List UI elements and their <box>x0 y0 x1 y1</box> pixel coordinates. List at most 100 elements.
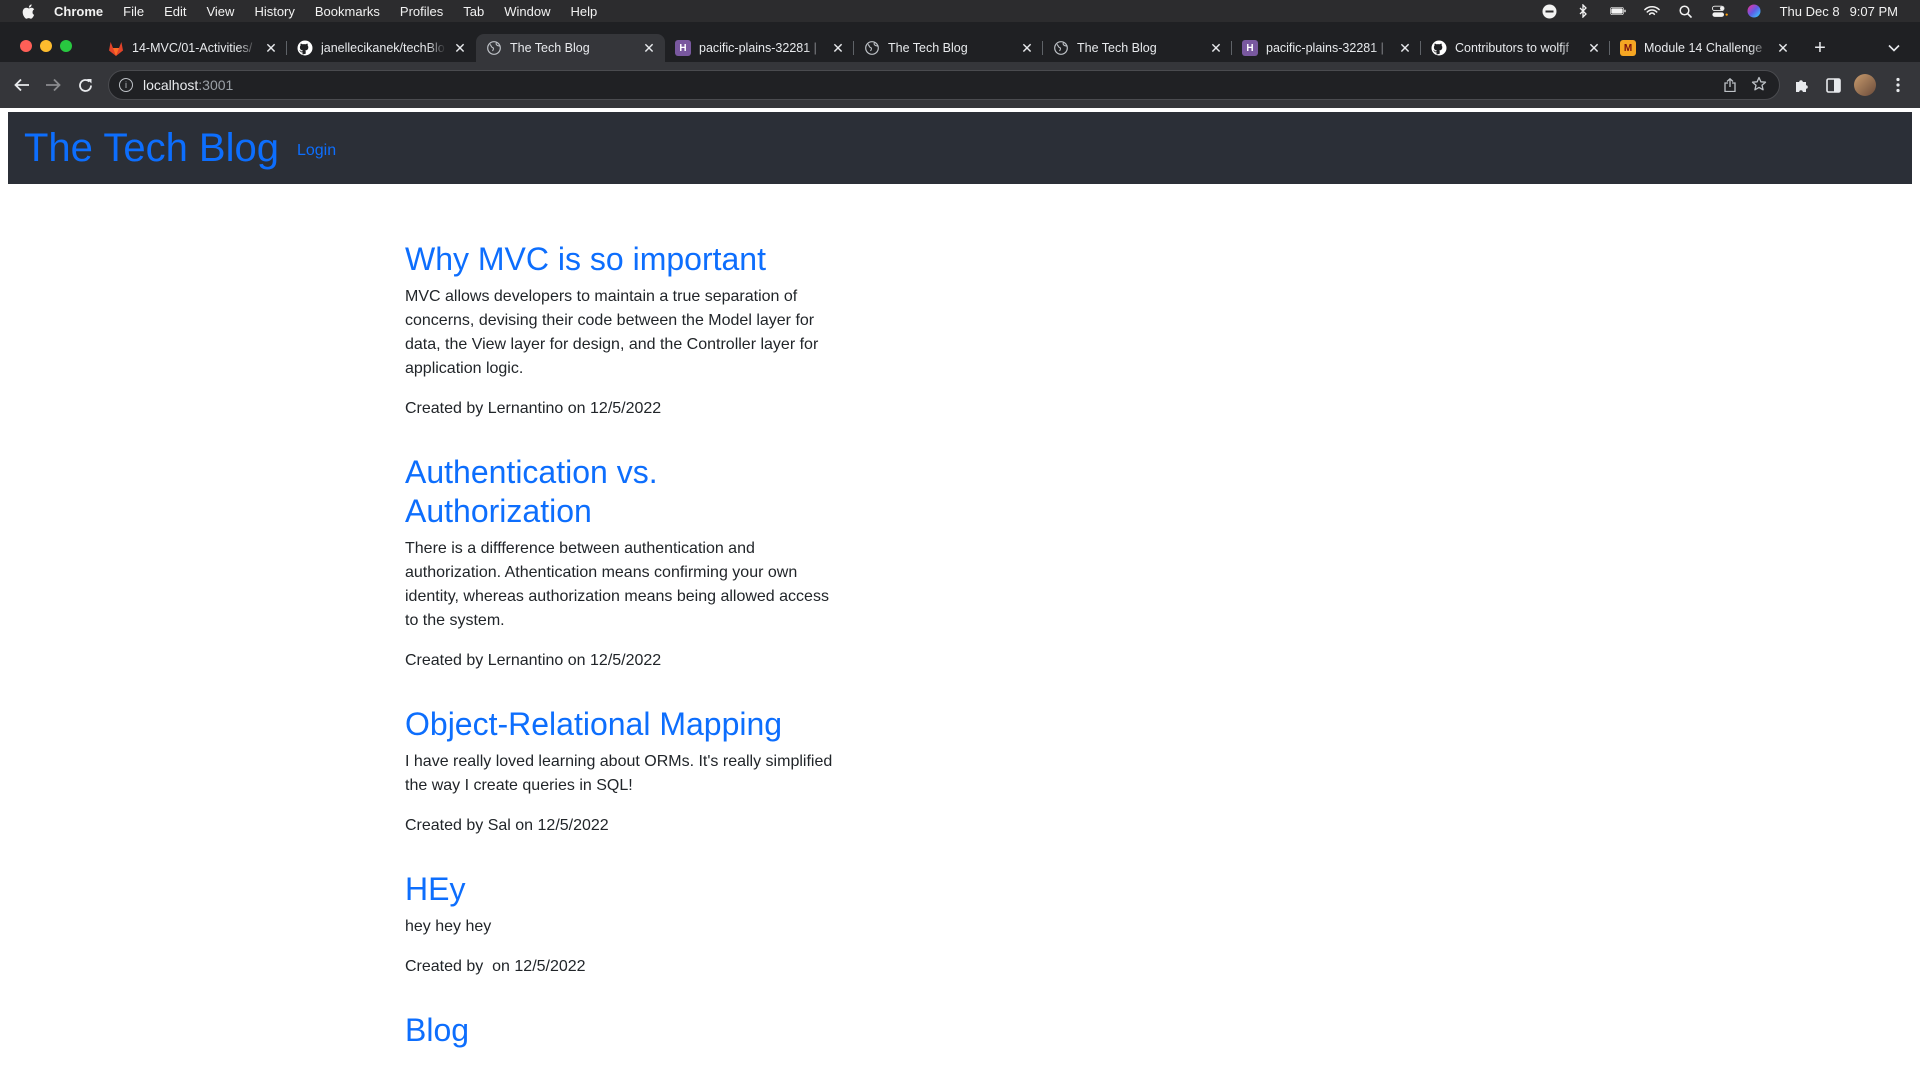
close-tab-icon[interactable]: ✕ <box>830 40 846 56</box>
heroku-icon: H <box>675 40 691 56</box>
menu-file[interactable]: File <box>123 4 144 19</box>
menu-window[interactable]: Window <box>504 4 550 19</box>
tab-heroku-pacific-plains-2[interactable]: H pacific-plains-32281 | ✕ <box>1232 34 1421 62</box>
tab-search-chevron-icon[interactable] <box>1884 38 1904 58</box>
menu-history[interactable]: History <box>254 4 294 19</box>
post-meta-text: Created by Lernantino on 12/5/2022 <box>405 652 662 669</box>
heroku-icon: H <box>1242 40 1258 56</box>
menu-help[interactable]: Help <box>571 4 598 19</box>
spotlight-icon[interactable] <box>1678 4 1694 18</box>
new-tab-button[interactable]: + <box>1806 34 1834 62</box>
bluetooth-icon[interactable] <box>1576 4 1592 18</box>
close-window-button[interactable] <box>20 40 32 52</box>
tab-title: The Tech Blog <box>888 41 968 55</box>
close-tab-icon[interactable]: ✕ <box>1397 40 1413 56</box>
profile-avatar[interactable] <box>1854 74 1876 96</box>
tab-title: The Tech Blog <box>1077 41 1157 55</box>
tab-strip: 14-MVC/01-Activities/ ✕ janellecikanek/t… <box>0 22 1920 62</box>
minimize-window-button[interactable] <box>40 40 52 52</box>
tab-module-14-challenge[interactable]: M Module 14 Challenge ✕ <box>1610 34 1799 62</box>
post-card: Why MVC is so important MVC allows devel… <box>405 240 845 421</box>
bookmark-star-icon[interactable] <box>1751 76 1767 92</box>
post-list: Why MVC is so important MVC allows devel… <box>405 240 845 1080</box>
reload-button[interactable] <box>75 75 95 95</box>
tab-github-techblog[interactable]: janellecikanek/techBlo ✕ <box>287 34 476 62</box>
post-meta-text: Created by Sal on 12/5/2022 <box>405 817 609 834</box>
post-title-link[interactable]: Object-Relational Mapping <box>405 705 845 744</box>
apple-logo-icon[interactable] <box>20 3 36 19</box>
tab-title: pacific-plains-32281 | <box>699 41 817 55</box>
post-card: Blog <box>405 1011 845 1050</box>
more-menu-icon[interactable] <box>1888 75 1908 95</box>
address-bar[interactable]: i localhost:3001 <box>108 70 1780 100</box>
share-icon[interactable] <box>1723 78 1737 92</box>
tab-the-tech-blog-active[interactable]: The Tech Blog ✕ <box>476 34 665 62</box>
close-tab-icon[interactable]: ✕ <box>1775 40 1791 56</box>
tab-the-tech-blog-3[interactable]: The Tech Blog ✕ <box>1043 34 1232 62</box>
menu-edit[interactable]: Edit <box>164 4 186 19</box>
post-title-link[interactable]: Why MVC is so important <box>405 240 845 279</box>
close-tab-icon[interactable]: ✕ <box>452 40 468 56</box>
site-navbar: The Tech Blog Login <box>8 112 1912 184</box>
post-meta-text: Created by Lernantino on 12/5/2022 <box>405 400 662 417</box>
side-panel-icon[interactable] <box>1823 75 1843 95</box>
tab-title: janellecikanek/techBlo <box>321 41 445 55</box>
post-meta-text: Created by on 12/5/2022 <box>405 958 586 975</box>
url-port: :3001 <box>198 77 234 93</box>
tab-the-tech-blog-2[interactable]: The Tech Blog ✕ <box>854 34 1043 62</box>
canvas-icon: M <box>1620 40 1636 56</box>
post-card: Object-Relational Mapping I have really … <box>405 705 845 838</box>
back-button[interactable] <box>12 75 32 95</box>
close-tab-icon[interactable]: ✕ <box>641 40 657 56</box>
tab-title: pacific-plains-32281 | <box>1266 41 1384 55</box>
forward-button[interactable] <box>43 75 63 95</box>
post-card: Authentication vs. Authorization There i… <box>405 453 845 673</box>
github-icon <box>1431 40 1447 56</box>
zoom-window-button[interactable] <box>60 40 72 52</box>
tab-title: Contributors to wolfjf <box>1455 41 1569 55</box>
post-body: There is a diffference between authentic… <box>405 540 829 629</box>
post-body: MVC allows developers to maintain a true… <box>405 288 819 377</box>
menubar-clock[interactable]: Thu Dec 8 9:07 PM <box>1780 4 1898 19</box>
site-brand-link[interactable]: The Tech Blog <box>24 126 279 171</box>
globe-icon <box>864 40 880 56</box>
tab-title: 14-MVC/01-Activities/ <box>132 41 253 55</box>
login-link[interactable]: Login <box>297 142 336 160</box>
tab-title: The Tech Blog <box>510 41 590 55</box>
tab-heroku-pacific-plains[interactable]: H pacific-plains-32281 | ✕ <box>665 34 854 62</box>
wifi-icon[interactable] <box>1643 4 1660 18</box>
menu-tab[interactable]: Tab <box>463 4 484 19</box>
tab-gitlab-activities[interactable]: 14-MVC/01-Activities/ ✕ <box>98 34 287 62</box>
browser-toolbar: i localhost:3001 <box>0 62 1920 108</box>
siri-icon[interactable] <box>1746 4 1762 18</box>
gitlab-icon <box>108 40 124 56</box>
menu-profiles[interactable]: Profiles <box>400 4 443 19</box>
extensions-puzzle-icon[interactable] <box>1792 75 1812 95</box>
post-title-link[interactable]: Blog <box>405 1011 845 1050</box>
control-center-icon[interactable] <box>1711 4 1728 18</box>
post-meta: Created by Sal on 12/5/2022 <box>405 814 845 838</box>
github-icon <box>297 40 313 56</box>
menubar-time: 9:07 PM <box>1849 3 1898 19</box>
tab-github-contributors[interactable]: Contributors to wolfjf ✕ <box>1421 34 1610 62</box>
menu-bookmarks[interactable]: Bookmarks <box>315 4 380 19</box>
post-meta: Created by Lernantino on 12/5/2022 <box>405 649 845 673</box>
close-tab-icon[interactable]: ✕ <box>1586 40 1602 56</box>
menubar-date: Thu Dec 8 <box>1779 3 1840 19</box>
post-meta: Created by Lernantino on 12/5/2022 <box>405 397 845 421</box>
globe-icon <box>1053 40 1069 56</box>
menu-app-name[interactable]: Chrome <box>54 4 103 19</box>
close-tab-icon[interactable]: ✕ <box>1208 40 1224 56</box>
battery-icon[interactable] <box>1609 4 1626 18</box>
close-tab-icon[interactable]: ✕ <box>263 40 279 56</box>
post-card: HEy hey hey hey Created by on 12/5/2022 <box>405 870 845 979</box>
close-tab-icon[interactable]: ✕ <box>1019 40 1035 56</box>
url-host: localhost <box>143 77 199 93</box>
menu-view[interactable]: View <box>206 4 234 19</box>
focus-icon[interactable] <box>1542 4 1558 18</box>
post-title-link[interactable]: HEy <box>405 870 845 909</box>
tab-title: Module 14 Challenge <box>1644 41 1763 55</box>
post-title-link[interactable]: Authentication vs. Authorization <box>405 453 845 531</box>
globe-icon <box>486 40 502 56</box>
site-info-icon[interactable]: i <box>119 78 133 92</box>
